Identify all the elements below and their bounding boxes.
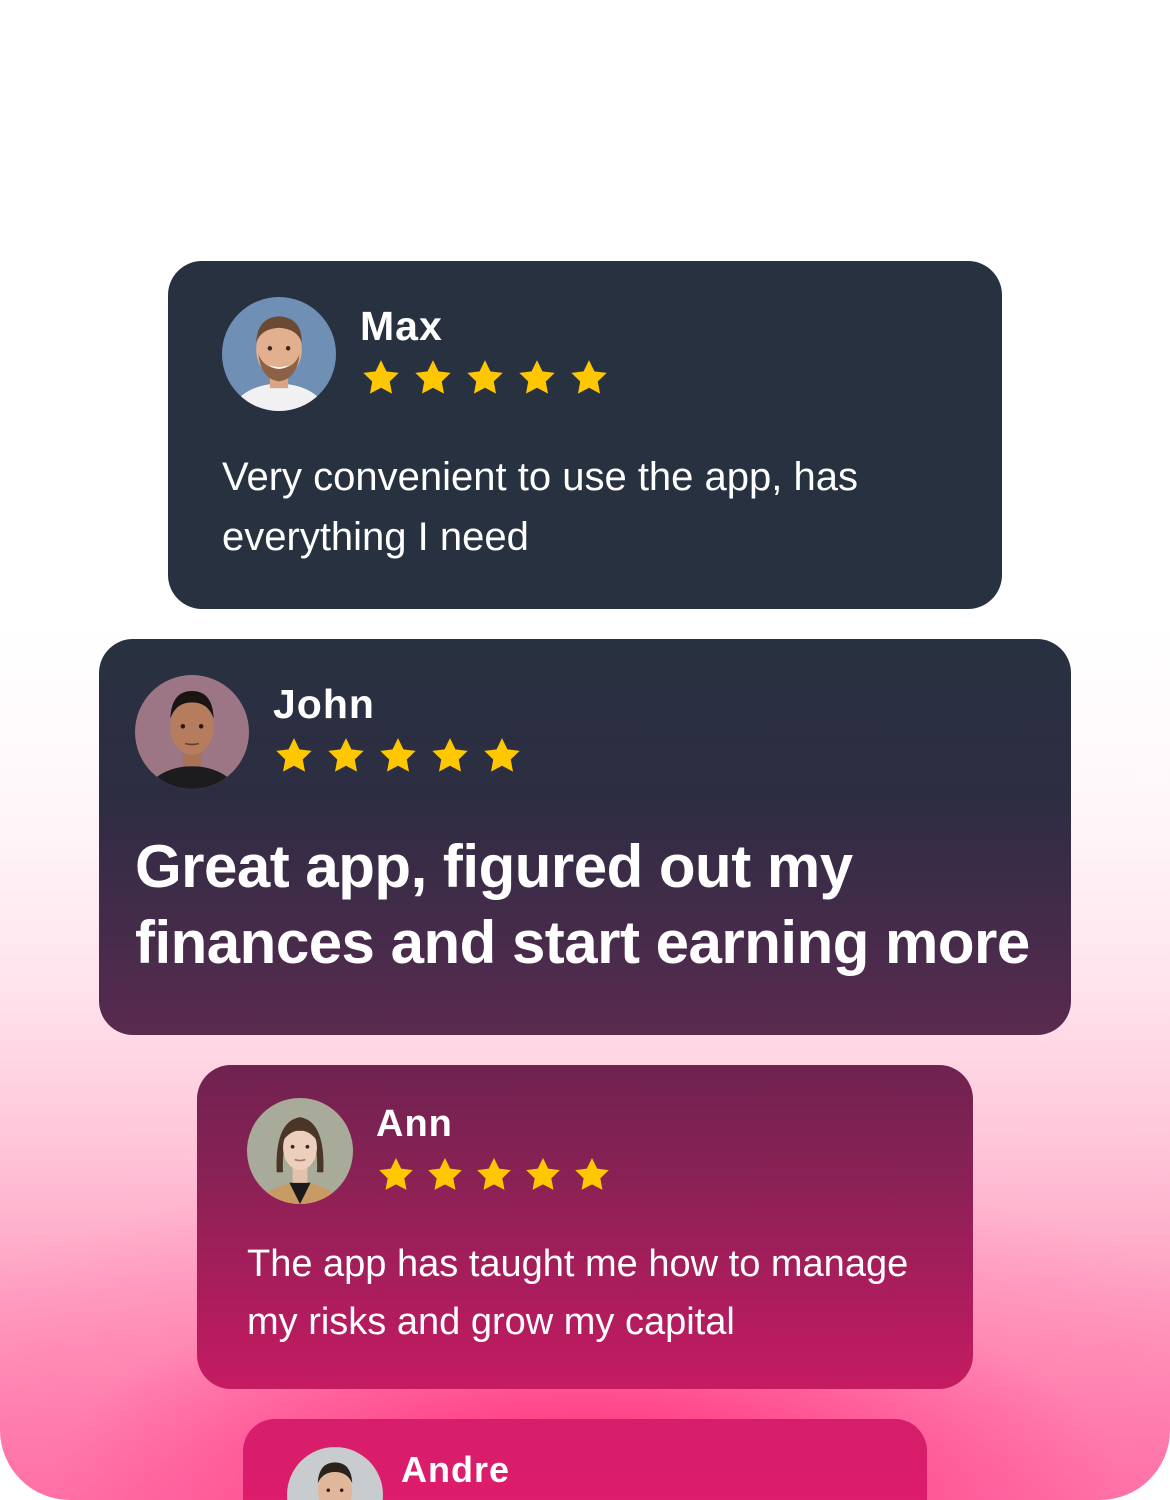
review-text: Great app, figured out my finances and s…: [135, 833, 1030, 976]
star-icon: [484, 738, 520, 772]
review-text: The app has taught me how to manage my r…: [247, 1243, 930, 1343]
star-icon: [432, 738, 468, 772]
review-card-john: John Great app, figured out my finances …: [99, 639, 1071, 1035]
review-card-andre: Andre: [243, 1419, 927, 1500]
avatar: [222, 297, 336, 411]
star-icon: [380, 738, 416, 772]
avatar: [135, 675, 249, 789]
rating-stars: [273, 735, 523, 777]
reviewer-name: John: [273, 681, 375, 727]
rating-stars: [360, 357, 610, 399]
avatar: [247, 1098, 353, 1204]
star-icon: [379, 1158, 413, 1190]
star-icon: [363, 360, 399, 394]
star-icon: [519, 360, 555, 394]
avatar-photo-icon: [222, 297, 336, 411]
testimonials-section: Max Very convenient to use the app, has …: [0, 0, 1170, 1500]
star-icon: [415, 360, 451, 394]
reviewer-name: Ann: [376, 1103, 453, 1145]
avatar-photo-icon: [247, 1098, 353, 1204]
review-card-max: Max Very convenient to use the app, has …: [168, 261, 1002, 609]
star-icon: [526, 1158, 560, 1190]
reviewer-name: Andre: [401, 1449, 511, 1490]
star-icon: [575, 1158, 609, 1190]
avatar-photo-icon: [287, 1447, 383, 1500]
star-icon: [571, 360, 607, 394]
review-text: Very convenient to use the app, has ever…: [222, 455, 858, 559]
reviewer-name: Max: [360, 303, 443, 349]
avatar: [287, 1447, 383, 1500]
star-icon: [276, 738, 312, 772]
rating-stars: [376, 1155, 612, 1195]
star-icon: [477, 1158, 511, 1190]
avatar-photo-icon: [135, 675, 249, 789]
star-icon: [428, 1158, 462, 1190]
star-icon: [328, 738, 364, 772]
review-card-ann: Ann The app has taught me how to manage …: [197, 1065, 973, 1389]
star-icon: [467, 360, 503, 394]
